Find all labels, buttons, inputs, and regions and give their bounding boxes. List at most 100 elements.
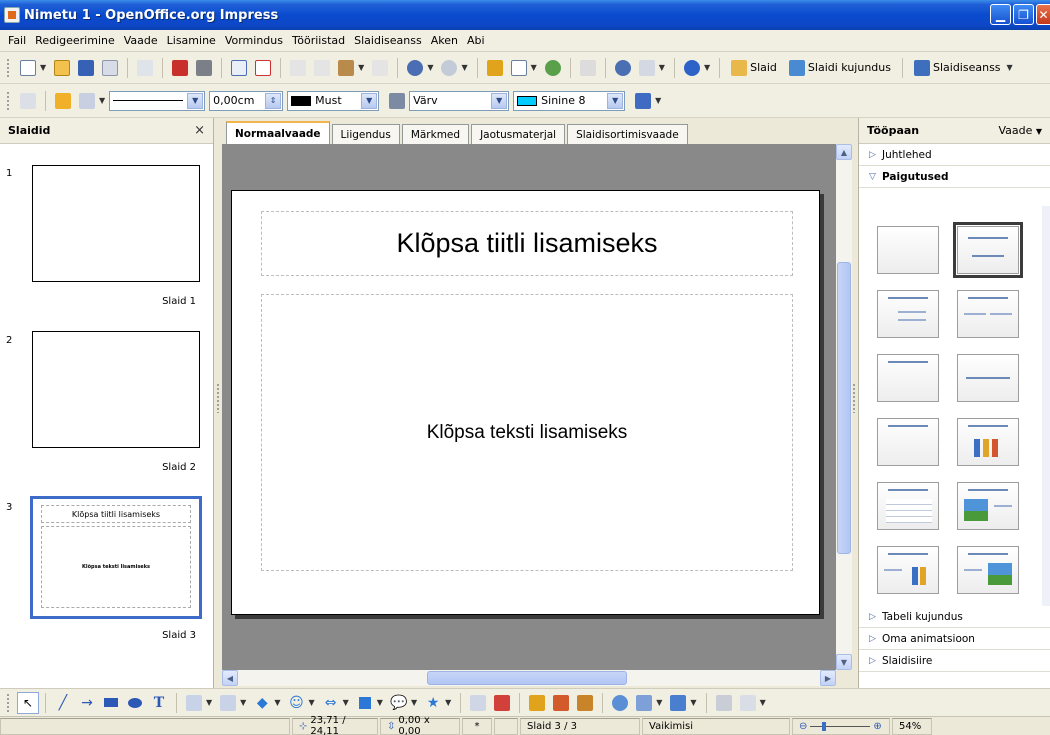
close-pane-icon[interactable]: × — [194, 123, 205, 138]
open-button[interactable] — [51, 57, 73, 79]
cut-button[interactable] — [287, 57, 309, 79]
menu-format[interactable]: Vormindus — [225, 34, 283, 47]
scroll-left-icon[interactable]: ◀ — [222, 670, 238, 686]
image-map-button[interactable] — [542, 57, 564, 79]
left-splitter[interactable] — [214, 118, 222, 688]
new-dropdown-arrow[interactable]: ▼ — [40, 63, 46, 72]
layout-title-2-content[interactable] — [957, 290, 1019, 338]
redo-button[interactable] — [438, 57, 460, 79]
export-pdf-button[interactable] — [169, 57, 191, 79]
flowchart-dropdown[interactable]: ▼ — [377, 698, 383, 707]
layout-blank[interactable] — [877, 226, 939, 274]
scroll-down-icon[interactable]: ▼ — [836, 654, 852, 670]
section-table-design[interactable]: ▷ Tabeli kujundus — [859, 606, 1050, 628]
arrow-tool-button[interactable]: → — [76, 692, 98, 714]
points-button[interactable] — [467, 692, 489, 714]
tab-notes[interactable]: Märkmed — [401, 124, 470, 144]
symbol-shapes-button[interactable]: ☺ — [285, 692, 307, 714]
help-button[interactable] — [681, 57, 703, 79]
zoom-track[interactable] — [810, 721, 871, 731]
glue-points-button[interactable] — [491, 692, 513, 714]
toolbar-grip[interactable] — [6, 57, 10, 78]
curve-tool-button[interactable] — [183, 692, 205, 714]
toolbar-overflow-4[interactable]: ▼ — [760, 698, 766, 707]
flowchart-button[interactable] — [354, 692, 376, 714]
section-custom-animation[interactable]: ▷ Oma animatsioon — [859, 628, 1050, 650]
print-button[interactable] — [193, 57, 215, 79]
block-arrows-button[interactable]: ⇔ — [320, 692, 342, 714]
autospellcheck-button[interactable] — [252, 57, 274, 79]
menu-view[interactable]: Vaade — [124, 34, 158, 47]
undo-button[interactable] — [404, 57, 426, 79]
menu-insert[interactable]: Lisamine — [167, 34, 216, 47]
tab-slide-sorter[interactable]: Slaidisortimisvaade — [567, 124, 688, 144]
vertical-scroll-thumb[interactable] — [837, 262, 851, 554]
fill-mode-select[interactable]: Värv ▼ — [409, 90, 510, 111]
layout-title-chart[interactable] — [957, 418, 1019, 466]
menu-slideshow[interactable]: Slaidiseanss — [354, 34, 422, 47]
toolbar-overflow[interactable]: ▼ — [704, 63, 710, 72]
toolbar-grip[interactable] — [6, 692, 10, 713]
arrow-style-dropdown[interactable]: ▼ — [99, 96, 105, 105]
block-arrows-dropdown[interactable]: ▼ — [343, 698, 349, 707]
tab-normal-view[interactable]: Normaalvaade — [226, 121, 330, 144]
shadow-button[interactable] — [632, 90, 654, 112]
line-style-select[interactable]: ▼ — [109, 90, 206, 111]
fontwork-button[interactable] — [526, 692, 548, 714]
layout-title-content[interactable] — [877, 290, 939, 338]
task-pane-scrollbar[interactable] — [1042, 206, 1050, 606]
connector-tool-button[interactable] — [217, 692, 239, 714]
connector-dropdown[interactable]: ▼ — [240, 698, 246, 707]
layout-text-chart[interactable] — [877, 546, 939, 594]
spellcheck-button[interactable] — [228, 57, 250, 79]
zoom-dropdown-arrow[interactable]: ▼ — [659, 63, 665, 72]
status-zoom[interactable]: 54% — [892, 717, 932, 735]
table-dropdown-arrow[interactable]: ▼ — [531, 63, 537, 72]
title-placeholder[interactable]: Klõpsa tiitli lisamiseks — [261, 211, 793, 276]
new-button[interactable] — [17, 57, 39, 79]
area-style-button[interactable] — [386, 90, 408, 112]
undo-dropdown-arrow[interactable]: ▼ — [427, 63, 433, 72]
status-modified[interactable]: * — [462, 717, 492, 735]
arrow-style-button[interactable] — [76, 90, 98, 112]
line-button[interactable] — [52, 90, 74, 112]
edit-file-button[interactable] — [134, 57, 156, 79]
callouts-button[interactable]: 💬 — [388, 692, 410, 714]
layout-title-only[interactable] — [953, 222, 1023, 278]
section-master-pages[interactable]: ▷ Juhtlehed — [859, 144, 1050, 166]
restore-button[interactable]: ❐ — [1013, 4, 1034, 25]
paste-dropdown-arrow[interactable]: ▼ — [358, 63, 364, 72]
rotate-button[interactable] — [609, 692, 631, 714]
vertical-scrollbar[interactable]: ▲ ▼ — [836, 144, 852, 670]
zoom-thumb[interactable] — [822, 721, 827, 731]
tab-outline[interactable]: Liigendus — [331, 124, 400, 144]
slide-thumbnail-1[interactable] — [32, 165, 200, 282]
layout-centered-text[interactable] — [957, 354, 1019, 402]
layout-title-object[interactable] — [877, 418, 939, 466]
menu-edit[interactable]: Redigeerimine — [35, 34, 115, 47]
ellipse-tool-button[interactable] — [124, 692, 146, 714]
line-width-spinner[interactable]: 0,00cm ⇕ — [209, 90, 284, 111]
arrange-button[interactable] — [667, 692, 689, 714]
tab-handout[interactable]: Jaotusmaterjal — [471, 124, 566, 144]
slide-canvas[interactable]: Klõpsa tiitli lisamiseks Klõpsa teksti l… — [222, 144, 836, 670]
status-signature[interactable] — [494, 717, 518, 735]
horizontal-scrollbar[interactable]: ◀ ▶ — [222, 670, 836, 686]
chart-button[interactable] — [484, 57, 506, 79]
slide-design-button[interactable]: Slaidi kujundus — [788, 59, 891, 76]
extrusion-button[interactable] — [713, 692, 735, 714]
navigator-button[interactable] — [612, 57, 634, 79]
alignment-dropdown[interactable]: ▼ — [656, 698, 662, 707]
zoom-out-icon[interactable]: ⊖ — [799, 721, 807, 732]
fill-color-select[interactable]: Sinine 8 ▼ — [513, 90, 626, 111]
copy-button[interactable] — [311, 57, 333, 79]
toolbar-grip[interactable] — [6, 90, 10, 111]
horizontal-scroll-thumb[interactable] — [427, 671, 627, 685]
symbol-shapes-dropdown[interactable]: ▼ — [308, 698, 314, 707]
arrange-dropdown[interactable]: ▼ — [690, 698, 696, 707]
toolbar-overflow-3[interactable]: ▼ — [655, 96, 661, 105]
hand-tool-button[interactable] — [737, 692, 759, 714]
zoom-in-icon[interactable]: ⊕ — [873, 721, 881, 732]
section-layouts[interactable]: ▽ Paigutused — [859, 166, 1050, 188]
line-color-select[interactable]: Must ▼ — [287, 90, 380, 111]
